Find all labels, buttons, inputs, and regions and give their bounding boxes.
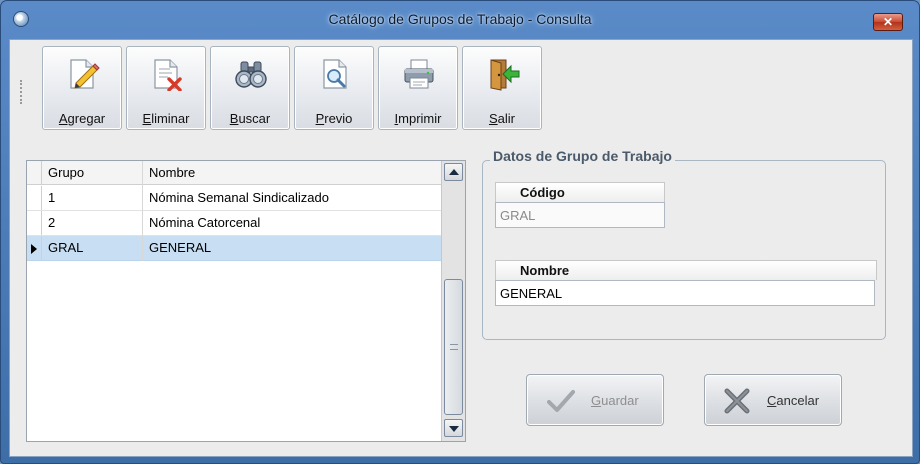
arrow-up-icon xyxy=(449,169,459,175)
save-button[interactable]: Guardar xyxy=(526,374,664,426)
cell-nombre: Nómina Semanal Sindicalizado xyxy=(149,190,329,205)
codigo-label: Código xyxy=(495,182,665,202)
groups-grid[interactable]: Grupo Nombre 1 Nómina Semanal Sindicaliz… xyxy=(26,160,466,442)
print-preview-icon xyxy=(323,59,347,89)
client-area: Agregar Eliminar Buscar Previo Imprimir … xyxy=(9,39,913,457)
search-button-label: Buscar xyxy=(229,111,271,126)
printer-icon xyxy=(404,59,434,89)
check-icon xyxy=(547,390,575,412)
grid-vertical-scrollbar[interactable] xyxy=(441,161,465,441)
codigo-field[interactable] xyxy=(495,202,665,228)
close-button[interactable]: ✕ xyxy=(873,13,903,31)
window-title: Catálogo de Grupos de Trabajo - Consulta xyxy=(328,11,592,27)
cell-grupo: 2 xyxy=(42,211,143,236)
add-button[interactable]: Agregar xyxy=(42,46,122,130)
cell-grupo: GRAL xyxy=(42,236,143,261)
grip-icon xyxy=(450,344,458,350)
binoculars-icon xyxy=(235,61,267,88)
cell-nombre: Nómina Catorcenal xyxy=(149,215,261,230)
title-bar[interactable]: Catálogo de Grupos de Trabajo - Consulta… xyxy=(1,1,919,39)
scroll-thumb[interactable] xyxy=(444,279,463,415)
nombre-field[interactable] xyxy=(495,280,875,306)
app-window: Catálogo de Grupos de Trabajo - Consulta… xyxy=(0,0,920,464)
table-row-selected[interactable]: GRAL GENERAL xyxy=(27,236,441,261)
table-row[interactable]: 2 Nómina Catorcenal xyxy=(27,211,441,236)
exit-button-label: Salir xyxy=(488,111,515,126)
grid-header: Grupo Nombre xyxy=(27,161,441,186)
save-button-label: Guardar xyxy=(591,393,639,408)
search-button[interactable]: Buscar xyxy=(210,46,290,130)
scroll-up-button[interactable] xyxy=(444,163,463,181)
cancel-button[interactable]: Cancelar xyxy=(704,374,842,426)
preview-button[interactable]: Previo xyxy=(294,46,374,130)
cell-nombre: GENERAL xyxy=(149,240,212,255)
toolbar: Agregar Eliminar Buscar Previo Imprimir … xyxy=(14,44,544,132)
delete-button-label: Eliminar xyxy=(142,111,190,126)
print-button[interactable]: Imprimir xyxy=(378,46,458,130)
row-indicator-header xyxy=(27,161,42,184)
row-indicator xyxy=(27,211,42,235)
cancel-button-label: Cancelar xyxy=(767,393,820,408)
pencil-document-icon xyxy=(70,59,100,89)
preview-button-label: Previo xyxy=(315,111,353,126)
delete-button[interactable]: Eliminar xyxy=(126,46,206,130)
column-header-grupo[interactable]: Grupo xyxy=(42,161,143,186)
toolbar-grip[interactable] xyxy=(20,80,23,104)
row-indicator xyxy=(27,236,42,260)
print-button-label: Imprimir xyxy=(394,111,442,126)
details-groupbox-title: Datos de Grupo de Trabajo xyxy=(490,148,675,164)
scroll-down-button[interactable] xyxy=(444,419,463,437)
current-row-arrow-icon xyxy=(31,244,37,254)
nombre-label: Nombre xyxy=(495,260,877,280)
row-indicator xyxy=(27,186,42,210)
arrow-down-icon xyxy=(449,426,459,432)
cancel-x-icon xyxy=(724,388,750,414)
column-header-nombre[interactable]: Nombre xyxy=(143,161,441,186)
exit-door-icon xyxy=(490,59,520,91)
delete-document-icon xyxy=(154,59,182,91)
table-row[interactable]: 1 Nómina Semanal Sindicalizado xyxy=(27,186,441,211)
add-button-label: Agregar xyxy=(58,111,106,126)
exit-button[interactable]: Salir xyxy=(462,46,542,130)
cell-grupo: 1 xyxy=(42,186,143,211)
